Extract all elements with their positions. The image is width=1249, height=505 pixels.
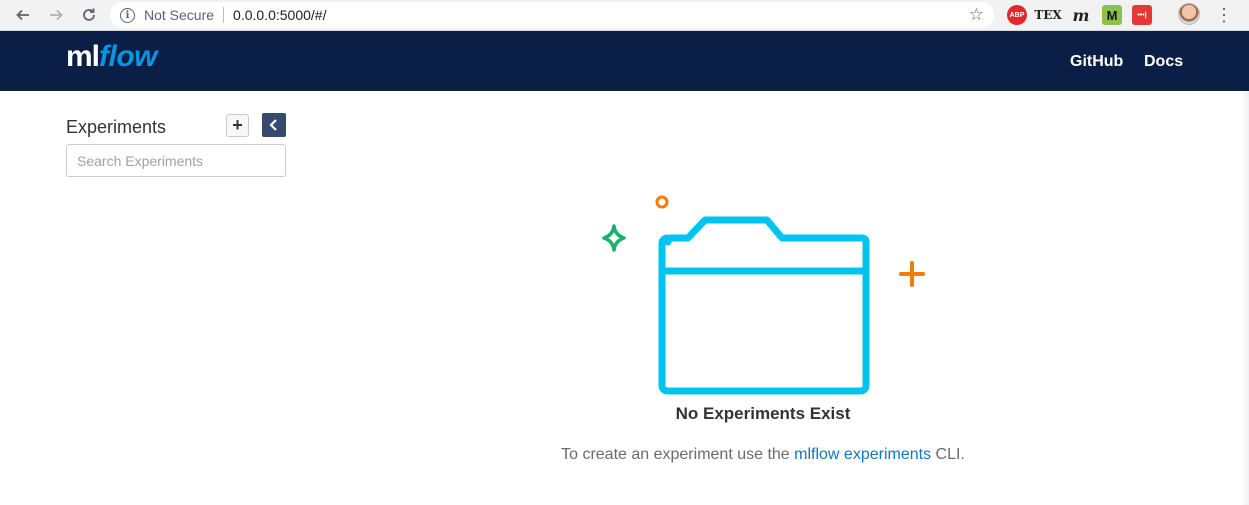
tex-extension-icon[interactable]: TEX bbox=[1034, 5, 1061, 25]
orange-plus-icon bbox=[899, 261, 925, 287]
github-link[interactable]: GitHub bbox=[1070, 53, 1123, 71]
app-header: ml flow GitHub Docs bbox=[0, 31, 1249, 91]
bookmark-star-icon[interactable]: ☆ bbox=[969, 5, 984, 25]
experiments-heading: Experiments bbox=[66, 117, 167, 137]
empty-state-description: To create an experiment use the mlflow e… bbox=[480, 446, 1046, 464]
logo-ml: ml bbox=[66, 40, 100, 73]
browser-menu-icon[interactable]: ⋮ bbox=[1215, 4, 1233, 26]
address-bar[interactable]: i Not Secure 0.0.0.0:5000/#/ ☆ bbox=[110, 2, 994, 28]
reload-icon[interactable] bbox=[77, 3, 101, 27]
mlflow-logo[interactable]: ml flow bbox=[66, 40, 158, 80]
empty-state-title: No Experiments Exist bbox=[675, 404, 851, 423]
info-icon[interactable]: i bbox=[120, 7, 135, 23]
green-m-extension-icon[interactable]: M bbox=[1102, 5, 1122, 25]
url-text[interactable]: 0.0.0.0:5000/#/ bbox=[233, 7, 326, 23]
adblock-extension-icon[interactable]: ABP bbox=[1007, 5, 1027, 25]
back-icon[interactable] bbox=[11, 3, 35, 27]
mlflow-experiments-link[interactable]: mlflow experiments bbox=[794, 446, 931, 463]
empty-desc-prefix: To create an experiment use the bbox=[561, 446, 795, 463]
collapse-sidebar-button[interactable] bbox=[262, 113, 286, 137]
docs-link[interactable]: Docs bbox=[1144, 53, 1183, 71]
page-edge bbox=[1241, 91, 1249, 505]
chevron-left-icon bbox=[269, 119, 277, 131]
profile-avatar[interactable] bbox=[1178, 3, 1200, 25]
red-extension-icon[interactable]: •••| bbox=[1132, 5, 1152, 25]
browser-toolbar: i Not Secure 0.0.0.0:5000/#/ ☆ ABP TEX m… bbox=[0, 0, 1249, 31]
empty-desc-suffix: CLI. bbox=[931, 446, 965, 463]
add-experiment-button[interactable]: + bbox=[226, 114, 249, 137]
omnibox-divider bbox=[223, 7, 225, 23]
green-sparkle-icon bbox=[602, 224, 626, 252]
search-experiments-input[interactable] bbox=[66, 144, 286, 177]
folder-icon bbox=[658, 216, 870, 395]
logo-flow: flow bbox=[99, 40, 158, 73]
empty-folder-illustration bbox=[602, 195, 925, 395]
orange-circle-icon bbox=[655, 195, 669, 209]
forward-icon[interactable] bbox=[44, 3, 68, 27]
security-label: Not Secure bbox=[144, 7, 215, 23]
m-extension-icon[interactable]: m bbox=[1071, 5, 1091, 25]
